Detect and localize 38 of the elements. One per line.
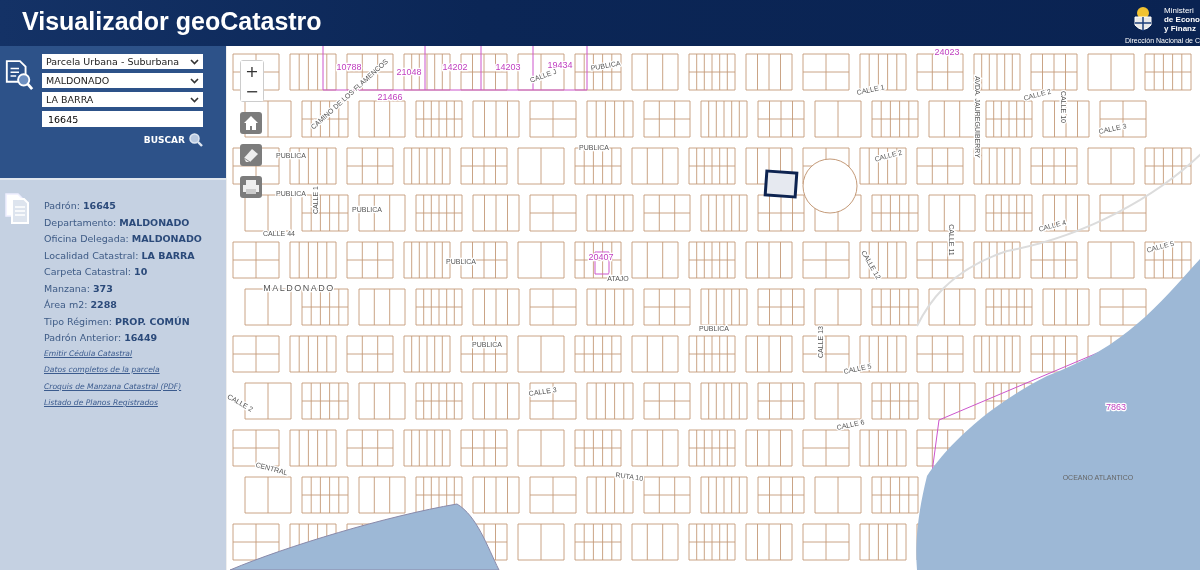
parcel-label: 21466 — [377, 92, 403, 102]
detail-text: Padrón: 16645 — [44, 200, 117, 213]
dropdown[interactable]: Parcela Urbana - Suburbana — [42, 54, 203, 69]
detail-text: Área m2: 2288 — [44, 299, 118, 312]
print-button[interactable] — [240, 176, 262, 198]
caret-icon — [190, 58, 199, 65]
eraser-icon — [242, 147, 260, 163]
home-icon — [243, 115, 259, 131]
detail-text: Padrón Anterior: 16449 — [44, 332, 159, 345]
parcel-label: 20407 — [588, 252, 614, 262]
selected-parcel[interactable] — [763, 169, 799, 199]
home-button[interactable] — [240, 112, 262, 134]
ministry-text: y Finanz — [1164, 24, 1197, 33]
caret-icon — [190, 77, 199, 84]
eraser-button[interactable] — [240, 144, 262, 166]
parcel-label: 24023 — [934, 47, 960, 57]
padron-input-field[interactable]: 16645 — [42, 111, 203, 127]
ministry-text: de Econo — [1164, 15, 1200, 24]
detail-text: Carpeta Catastral: 10 — [44, 266, 149, 279]
detail-text: Departamento: MALDONADO — [44, 216, 191, 230]
dropdown[interactable]: MALDONADO — [42, 73, 203, 88]
search-button[interactable]: BUSCAR — [143, 131, 203, 149]
parcel-label: 14202 — [442, 62, 468, 72]
app-title: Visualizador geoCatastro — [21, 6, 322, 37]
parcel-label: 14203 — [495, 62, 521, 72]
caret-icon — [190, 96, 199, 103]
ministry-text: Ministeri — [1164, 6, 1195, 15]
parcel-label: 7863 — [1106, 402, 1126, 412]
dropdown[interactable]: LA BARRA — [42, 92, 203, 107]
detail-text: Tipo Régimen: PROP. COMÚN — [44, 315, 191, 329]
printer-icon — [242, 179, 260, 195]
detail-text: Manzana: 373 — [44, 282, 114, 296]
search-icon — [189, 133, 203, 147]
roundabout — [802, 158, 858, 214]
place-label: MALDONADO — [263, 283, 335, 293]
detail-text: Oficina Delegada: MALDONADO — [44, 233, 202, 246]
detail-text: Localidad Catastral: LA BARRA — [44, 249, 196, 263]
parcel-label: 21048 — [396, 67, 422, 77]
